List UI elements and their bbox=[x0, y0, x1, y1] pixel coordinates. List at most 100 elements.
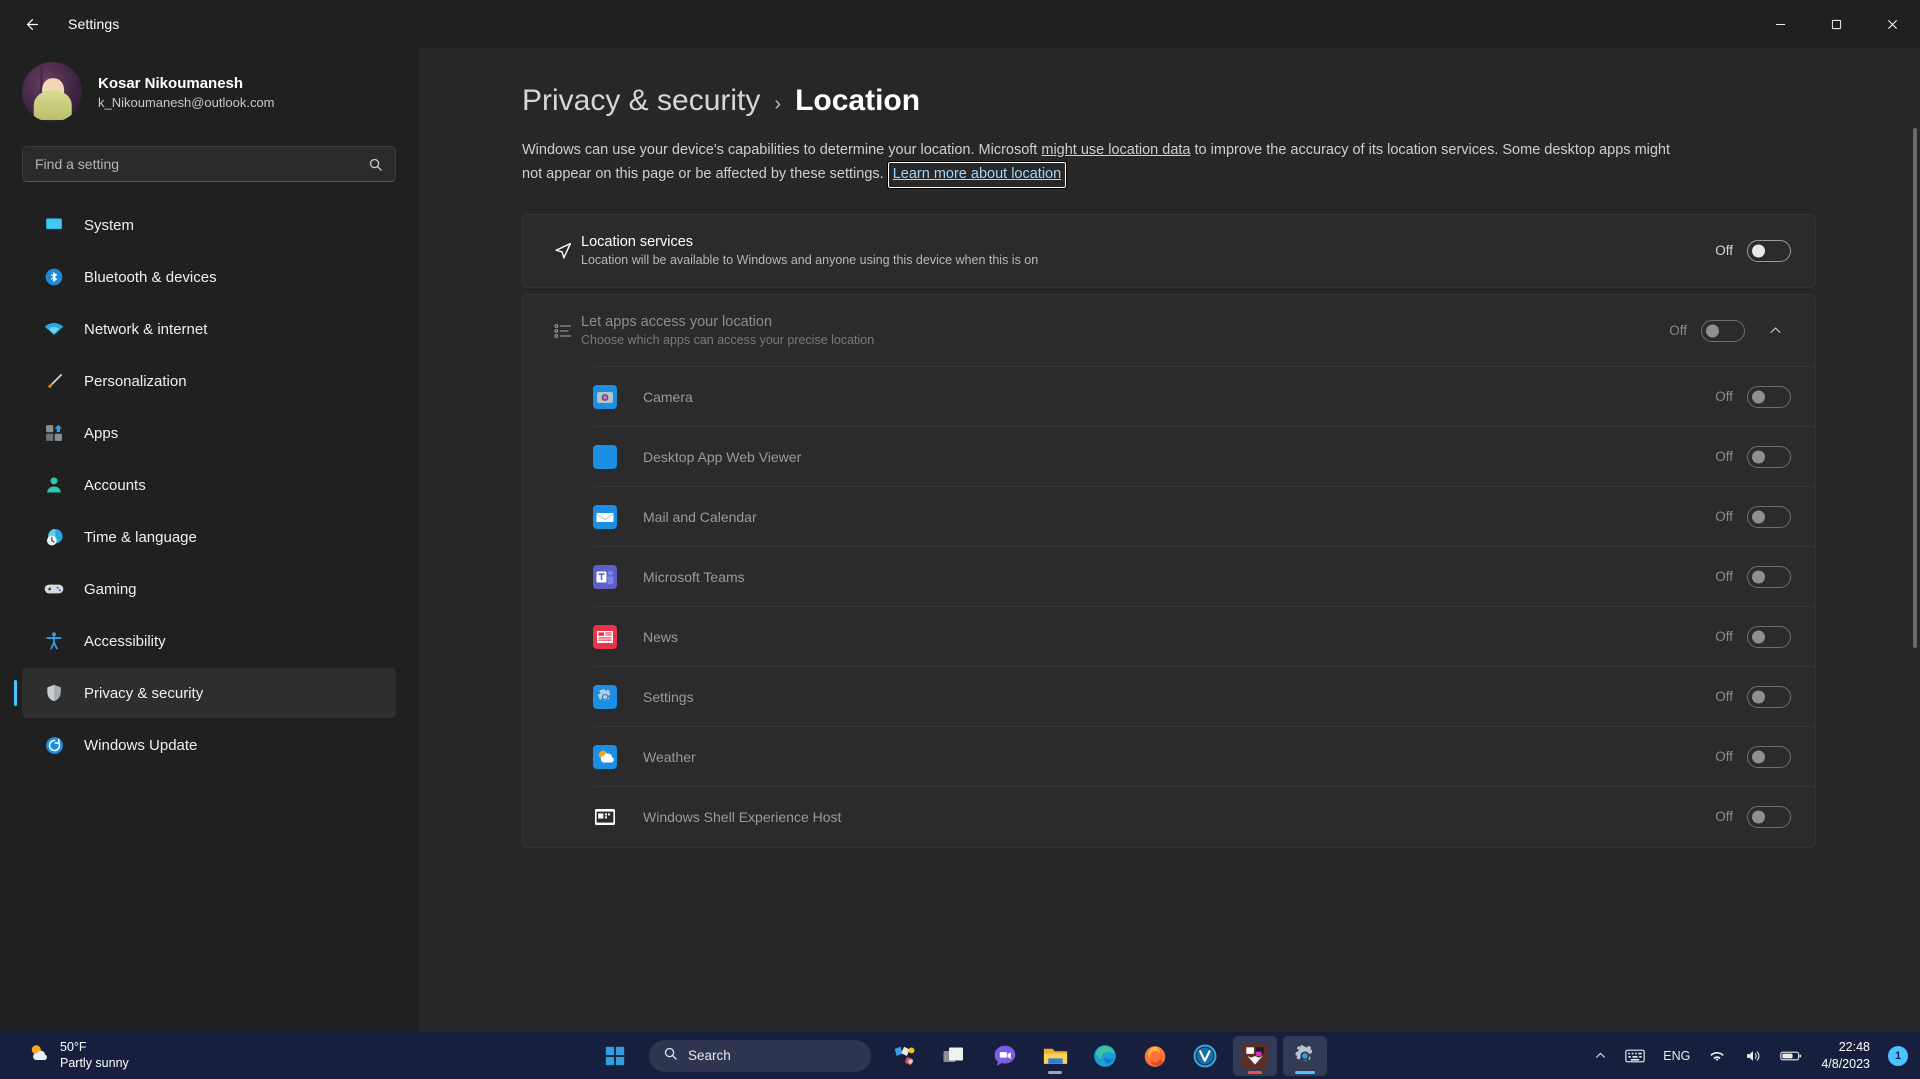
bluetooth-icon bbox=[42, 265, 66, 289]
app-toggle[interactable] bbox=[1747, 385, 1791, 408]
app-name: News bbox=[643, 628, 679, 645]
breadcrumb-parent[interactable]: Privacy & security bbox=[522, 84, 760, 118]
content-scrollbar[interactable] bbox=[1913, 128, 1917, 648]
battery-button[interactable] bbox=[1773, 1038, 1809, 1074]
chevron-up-icon[interactable] bbox=[1759, 323, 1791, 338]
chat-button[interactable] bbox=[983, 1036, 1027, 1076]
weather-temperature: 50°F bbox=[60, 1039, 87, 1054]
sidebar-item-gaming[interactable]: Gaming bbox=[22, 564, 396, 614]
app-toggle[interactable] bbox=[1747, 445, 1791, 468]
minimize-icon bbox=[1775, 23, 1785, 25]
windows-start-icon bbox=[605, 1046, 625, 1065]
touch-keyboard-button[interactable] bbox=[1618, 1038, 1652, 1074]
search-input[interactable] bbox=[35, 156, 368, 172]
app-toggle[interactable] bbox=[1747, 625, 1791, 648]
description-underlined: might use location data bbox=[1041, 142, 1191, 158]
account-card[interactable]: Kosar Nikoumanesh k_Nikoumanesh@outlook.… bbox=[0, 48, 418, 136]
wifi-tray-button[interactable] bbox=[1701, 1038, 1733, 1074]
let-apps-access-card: Let apps access your location Choose whi… bbox=[522, 293, 1816, 848]
search-setting-box[interactable] bbox=[22, 146, 396, 182]
taskbar: 50°F Partly sunny Search ENG 22:48 4/8/2… bbox=[0, 1032, 1920, 1079]
app-toggle[interactable] bbox=[1747, 805, 1791, 828]
app-row[interactable]: Settings Off bbox=[523, 667, 1815, 727]
learn-more-link[interactable]: Learn more about location bbox=[886, 160, 1068, 189]
volume-button[interactable] bbox=[1737, 1038, 1769, 1074]
sidebar-item-time-language[interactable]: Time & language bbox=[22, 512, 396, 562]
sidebar-nav-list: System Bluetooth & devices Network & int… bbox=[0, 200, 418, 770]
sidebar-item-system[interactable]: System bbox=[22, 200, 396, 250]
clock-button[interactable]: 22:48 4/8/2023 bbox=[1813, 1039, 1878, 1072]
notification-badge[interactable]: 1 bbox=[1888, 1045, 1908, 1066]
sidebar-item-personalization[interactable]: Personalization bbox=[22, 356, 396, 406]
sidebar-item-accounts[interactable]: Accounts bbox=[22, 460, 396, 510]
edge-icon bbox=[1094, 1044, 1116, 1067]
let-apps-toggle[interactable] bbox=[1701, 319, 1745, 342]
sidebar-item-privacy-security[interactable]: Privacy & security bbox=[14, 668, 396, 718]
sidebar-item-label: Time & language bbox=[84, 528, 197, 546]
let-apps-toggle-label: Off bbox=[1669, 323, 1687, 338]
sidebar-item-label: Accounts bbox=[84, 476, 146, 494]
let-apps-access-row[interactable]: Let apps access your location Choose whi… bbox=[523, 295, 1815, 367]
let-apps-subtitle: Choose which apps can access your precis… bbox=[581, 333, 875, 347]
gamepad-icon bbox=[42, 577, 66, 601]
task-view-button[interactable] bbox=[933, 1036, 977, 1076]
settings-taskbar-button[interactable] bbox=[1283, 1035, 1327, 1076]
file-explorer-button[interactable] bbox=[1033, 1036, 1077, 1076]
minecraft-icon bbox=[1242, 1042, 1268, 1069]
account-icon bbox=[42, 473, 66, 497]
battery-icon bbox=[1780, 1051, 1802, 1060]
wifi-tray-icon bbox=[1710, 1051, 1725, 1061]
app-toggle[interactable] bbox=[1747, 565, 1791, 588]
sidebar-item-accessibility[interactable]: Accessibility bbox=[22, 616, 396, 666]
firefox-button[interactable] bbox=[1133, 1036, 1177, 1076]
widgets-icon bbox=[894, 1046, 915, 1065]
minimize-button[interactable] bbox=[1752, 0, 1808, 48]
app-row[interactable]: Camera Off bbox=[523, 367, 1815, 427]
app-row[interactable]: Desktop App Web Viewer Off bbox=[523, 427, 1815, 487]
app-toggle[interactable] bbox=[1747, 505, 1791, 528]
location-services-toggle[interactable] bbox=[1747, 239, 1791, 262]
close-button[interactable] bbox=[1864, 0, 1920, 48]
location-services-title: Location services bbox=[581, 234, 694, 250]
weather-widget[interactable]: 50°F Partly sunny bbox=[16, 1036, 139, 1075]
app-row[interactable]: News Off bbox=[523, 607, 1815, 667]
chevron-up-icon bbox=[1596, 1052, 1606, 1058]
widgets-button[interactable] bbox=[883, 1036, 927, 1076]
sidebar-item-network-internet[interactable]: Network & internet bbox=[22, 304, 396, 354]
start-button[interactable] bbox=[593, 1036, 637, 1076]
maximize-button[interactable] bbox=[1808, 0, 1864, 48]
back-button[interactable] bbox=[12, 8, 52, 40]
tray-chevron-button[interactable] bbox=[1587, 1038, 1614, 1074]
app-row[interactable]: Windows Shell Experience Host Off bbox=[523, 787, 1815, 847]
account-email: k_Nikoumanesh@outlook.com bbox=[98, 94, 275, 110]
sidebar-item-bluetooth-devices[interactable]: Bluetooth & devices bbox=[22, 252, 396, 302]
shell-host-icon bbox=[593, 805, 617, 829]
location-services-subtitle: Location will be available to Windows an… bbox=[581, 253, 1039, 267]
app-row[interactable]: Microsoft Teams Off bbox=[523, 547, 1815, 607]
language-button[interactable]: ENG bbox=[1656, 1038, 1697, 1074]
sidebar-item-apps[interactable]: Apps bbox=[22, 408, 396, 458]
v-app-button[interactable] bbox=[1183, 1036, 1227, 1076]
desktop-web-viewer-icon bbox=[593, 444, 617, 469]
sidebar-item-windows-update[interactable]: Windows Update bbox=[22, 720, 396, 770]
app-name: Microsoft Teams bbox=[643, 568, 745, 585]
volume-icon bbox=[1747, 1050, 1760, 1061]
news-app-icon bbox=[593, 624, 617, 649]
app-toggle[interactable] bbox=[1747, 745, 1791, 768]
app-row[interactable]: Mail and Calendar Off bbox=[523, 487, 1815, 547]
edge-button[interactable] bbox=[1083, 1036, 1127, 1076]
app-toggle[interactable] bbox=[1747, 685, 1791, 708]
app-row[interactable]: Weather Off bbox=[523, 727, 1815, 787]
location-services-row[interactable]: Location services Location will be avail… bbox=[523, 215, 1815, 287]
clock-globe-icon bbox=[42, 525, 66, 549]
app-toggle-label: Off bbox=[1715, 449, 1733, 464]
sidebar-item-label: Apps bbox=[84, 424, 119, 442]
taskbar-search[interactable]: Search bbox=[649, 1039, 871, 1072]
settings-taskbar-icon bbox=[1295, 1044, 1313, 1061]
teams-app-icon bbox=[593, 564, 617, 589]
location-services-toggle-label: Off bbox=[1715, 243, 1733, 258]
minecraft-button[interactable] bbox=[1233, 1035, 1277, 1076]
app-list-icon bbox=[545, 321, 581, 341]
window-titlebar: Settings bbox=[0, 0, 1920, 48]
app-name: Windows Shell Experience Host bbox=[643, 808, 842, 825]
